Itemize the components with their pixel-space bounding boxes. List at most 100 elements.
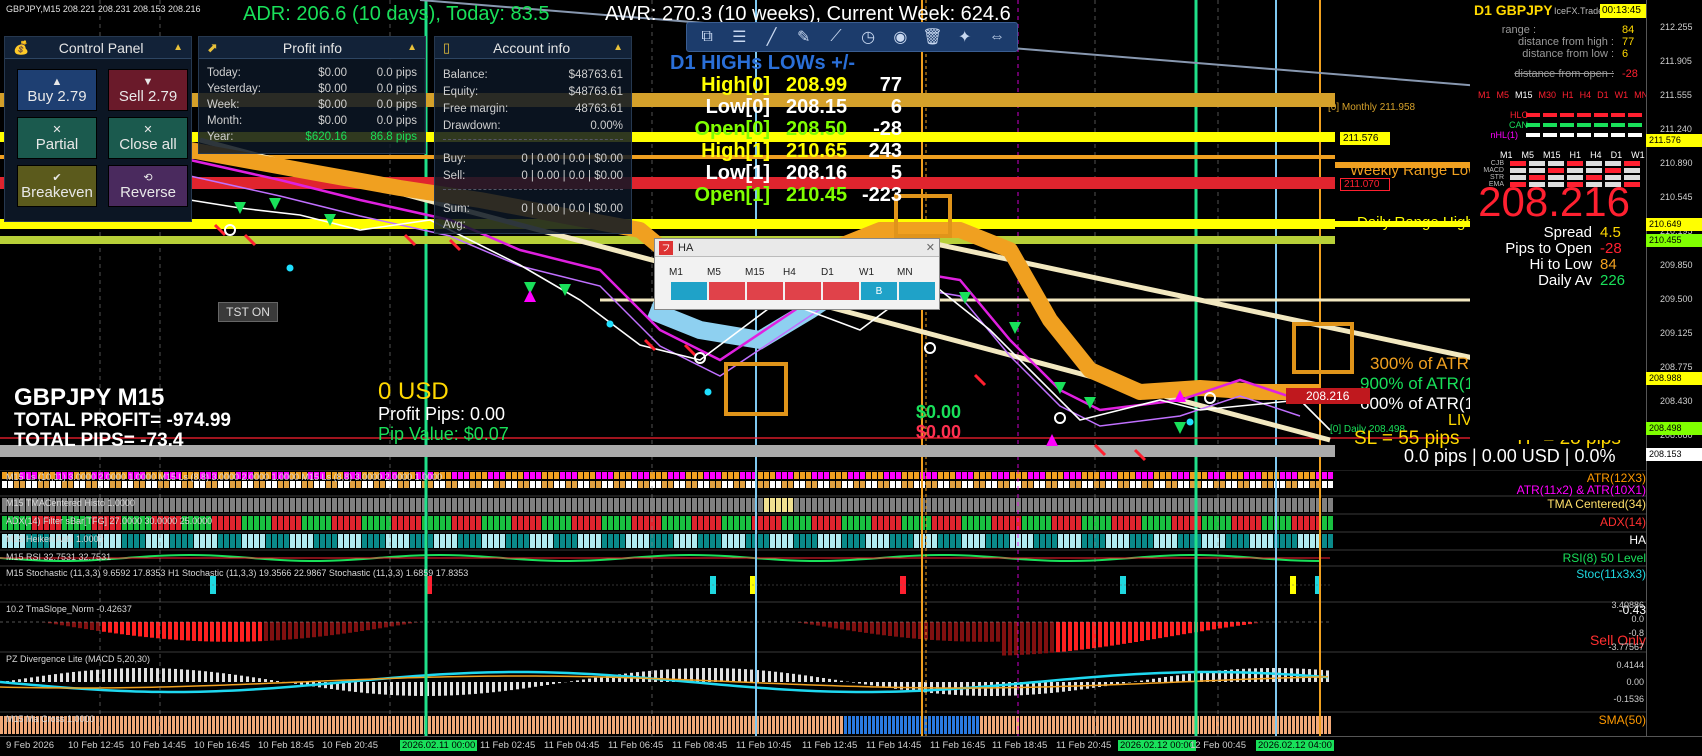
account-info-header[interactable]: ▯ Account info ▲ [435, 37, 631, 59]
ha-cell[interactable] [671, 282, 707, 300]
ma-cross-bar [420, 716, 423, 734]
ha-bar [818, 534, 823, 548]
ha-cell[interactable] [823, 282, 859, 300]
red-arrow [973, 373, 987, 387]
hlc-cell [1577, 133, 1591, 137]
slope-bar [1134, 622, 1138, 643]
profit-info-title: Profit info [282, 39, 343, 56]
adx-bar [212, 516, 217, 530]
cross-icon: ✕ [143, 123, 153, 136]
menu-icon[interactable]: ☰ [725, 26, 753, 48]
close-all-button[interactable]: ✕ Close all [108, 117, 188, 159]
ls-bar [1226, 481, 1231, 488]
adx-bar [728, 516, 733, 530]
collapse-icon[interactable]: ▲ [173, 42, 183, 53]
clock-icon[interactable]: ◷ [854, 26, 882, 48]
ma-cross-bar [308, 716, 311, 734]
ls-bar [1028, 481, 1033, 488]
partial-button[interactable]: ✕ Partial [17, 117, 97, 159]
slope-bar [1200, 622, 1204, 632]
ma-cross-bar [1328, 716, 1331, 734]
scroll-icon[interactable]: ⇔ [983, 26, 1011, 48]
slope-bar [930, 622, 934, 640]
subwindow-right-label-2: ATR(11x2) & ATR(10X1) [1516, 483, 1646, 497]
macd-bar [162, 668, 165, 682]
adx-bar [1268, 516, 1273, 530]
ha-titlebar[interactable]: フ HA ✕ [655, 239, 939, 257]
tst-on-button[interactable]: TST ON [218, 302, 278, 322]
ha-cell[interactable] [899, 282, 935, 300]
ls-bar [992, 472, 997, 479]
tf-button[interactable]: M15 [1515, 90, 1533, 100]
trash-icon[interactable]: 🗑 [918, 26, 946, 48]
slope-bar [972, 622, 976, 642]
line-icon[interactable]: ╱ [757, 26, 785, 48]
eye-icon[interactable]: ◉ [886, 26, 914, 48]
slope-bar [330, 622, 334, 636]
trend-icon[interactable]: ⟋ [822, 26, 850, 48]
close-icon[interactable]: ✕ [926, 241, 935, 254]
ma-cross-bar [520, 716, 523, 734]
ls-bar [68, 481, 73, 488]
tma-bar [1088, 498, 1093, 512]
sell-button[interactable]: ▼ Sell 2.79 [108, 69, 188, 111]
time-label: 11 Feb 04:45 [544, 740, 600, 751]
tma-bar [1220, 498, 1225, 512]
tma-bar [146, 498, 151, 512]
ls-bar [542, 472, 547, 479]
adx-bar [1076, 516, 1081, 530]
ha-cell[interactable]: B [861, 282, 897, 300]
tma-bar [1268, 498, 1273, 512]
pin-icon[interactable]: ✦ [951, 26, 979, 48]
reverse-button[interactable]: ⟲ Reverse [108, 165, 188, 207]
ha-cell[interactable] [747, 282, 783, 300]
profit-info-header[interactable]: ⬈ Profit info ▲ [199, 37, 425, 59]
tma-bar [1052, 498, 1057, 512]
ma-cross-bar [216, 716, 219, 734]
tf-button[interactable]: H1 [1562, 90, 1574, 100]
collapse-icon[interactable]: ▲ [613, 42, 623, 53]
ha-cell[interactable] [785, 282, 821, 300]
tf-button[interactable]: W1 [1615, 90, 1629, 100]
ls-bar [8, 481, 13, 488]
collapse-icon[interactable]: ▲ [407, 42, 417, 53]
ls-bar [758, 472, 763, 479]
tf-button[interactable]: M30 [1539, 90, 1557, 100]
tma-bar [788, 498, 793, 512]
windows-icon[interactable]: ⧉ [693, 26, 721, 48]
ha-bar [356, 534, 361, 548]
tf-button[interactable]: D1 [1597, 90, 1609, 100]
cjb-cell [1624, 161, 1640, 166]
breakeven-button[interactable]: ✔ Breakeven [17, 165, 97, 207]
pen-icon[interactable]: ✎ [790, 26, 818, 48]
ls-bar [194, 481, 199, 488]
macd-bar [1188, 673, 1191, 682]
macd-bar [396, 682, 399, 696]
tf-button[interactable]: M5 [1497, 90, 1510, 100]
tf-button[interactable]: H4 [1580, 90, 1592, 100]
macd-bar [810, 676, 813, 682]
tf-button[interactable]: M1 [1478, 90, 1491, 100]
adx-bar [470, 516, 475, 530]
ls-bar [632, 481, 637, 488]
ls-bar [1046, 472, 1051, 479]
slope-bar [960, 622, 964, 642]
adx-bar [770, 516, 775, 530]
ma-cross-bar [876, 716, 879, 734]
ha-cell[interactable] [709, 282, 745, 300]
ha-bar [392, 534, 397, 548]
adx-bar [362, 516, 367, 530]
ma-cross-bar [1244, 716, 1247, 734]
macd-bar [984, 682, 987, 696]
tma-bar [500, 498, 505, 512]
ls-bar [368, 481, 373, 488]
control-panel-header[interactable]: 💰 Control Panel ▲ [5, 37, 191, 59]
ls-bar [554, 481, 559, 488]
ls-bar [638, 481, 643, 488]
cjb-cell [1624, 175, 1640, 180]
ls-bar [1328, 481, 1333, 488]
ma-cross-bar [1072, 716, 1075, 734]
tma-bar [506, 498, 511, 512]
buy-button[interactable]: ▲ Buy 2.79 [17, 69, 97, 111]
ls-bar [938, 481, 943, 488]
